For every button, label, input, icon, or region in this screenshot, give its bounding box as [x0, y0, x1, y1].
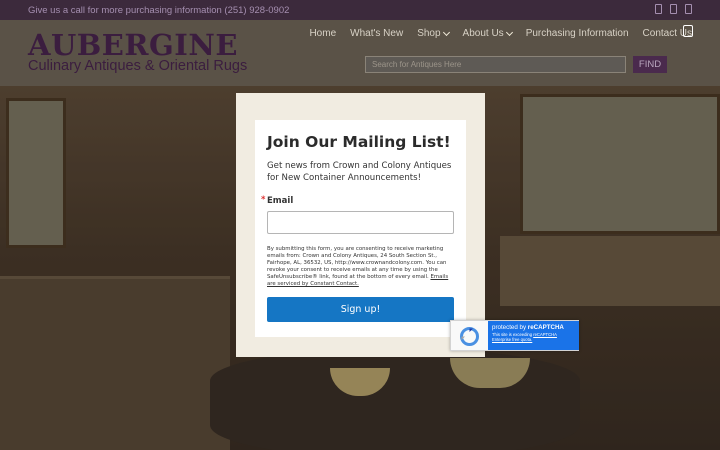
phone-info-text: Give us a call for more purchasing infor… [28, 4, 290, 16]
instagram-icon[interactable] [670, 4, 677, 14]
brand-tagline: Culinary Antiques & Oriental Rugs [28, 58, 248, 74]
recaptcha-badge[interactable]: protected by reCAPTCHA This site is exce… [450, 320, 579, 351]
mailing-list-modal: Join Our Mailing List! Get news from Cro… [255, 120, 466, 337]
find-button[interactable]: FIND [633, 56, 667, 73]
chevron-down-icon [505, 28, 513, 36]
recaptcha-icon [460, 327, 479, 346]
required-mark: * [261, 195, 266, 205]
brand-name: AUBERGINE [28, 28, 238, 62]
site-header: AUBERGINE Culinary Antiques & Oriental R… [0, 20, 720, 86]
recaptcha-info: protected by reCAPTCHA This site is exce… [488, 321, 579, 350]
consent-text: By submitting this form, you are consent… [267, 246, 449, 287]
nav-item-purchasing-information[interactable]: Purchasing Information [526, 28, 629, 39]
facebook-icon[interactable] [655, 4, 662, 14]
signup-button[interactable]: Sign up! [267, 297, 454, 322]
search-input[interactable]: Search for Antiques Here [365, 56, 626, 73]
pinterest-icon[interactable] [685, 4, 692, 14]
social-links [655, 4, 692, 14]
top-bar: Give us a call for more purchasing infor… [0, 0, 720, 20]
brand-logo[interactable]: AUBERGINE Culinary Antiques & Oriental R… [28, 30, 247, 74]
nav-item-about-us[interactable]: About Us [463, 28, 513, 39]
nav-item-shop[interactable]: Shop [417, 28, 450, 39]
nav-item-home[interactable]: Home [309, 28, 336, 39]
main-nav: Home What's New Shop About Us Purchasing… [309, 28, 692, 39]
chevron-down-icon [442, 28, 450, 36]
modal-subtitle: Get news from Crown and Colony Antiques … [267, 161, 452, 183]
nav-item-whats-new[interactable]: What's New [350, 28, 403, 39]
modal-title: Join Our Mailing List! [267, 133, 451, 151]
email-label: * Email [261, 195, 294, 206]
close-icon[interactable] [683, 25, 693, 37]
email-field[interactable] [267, 211, 454, 234]
